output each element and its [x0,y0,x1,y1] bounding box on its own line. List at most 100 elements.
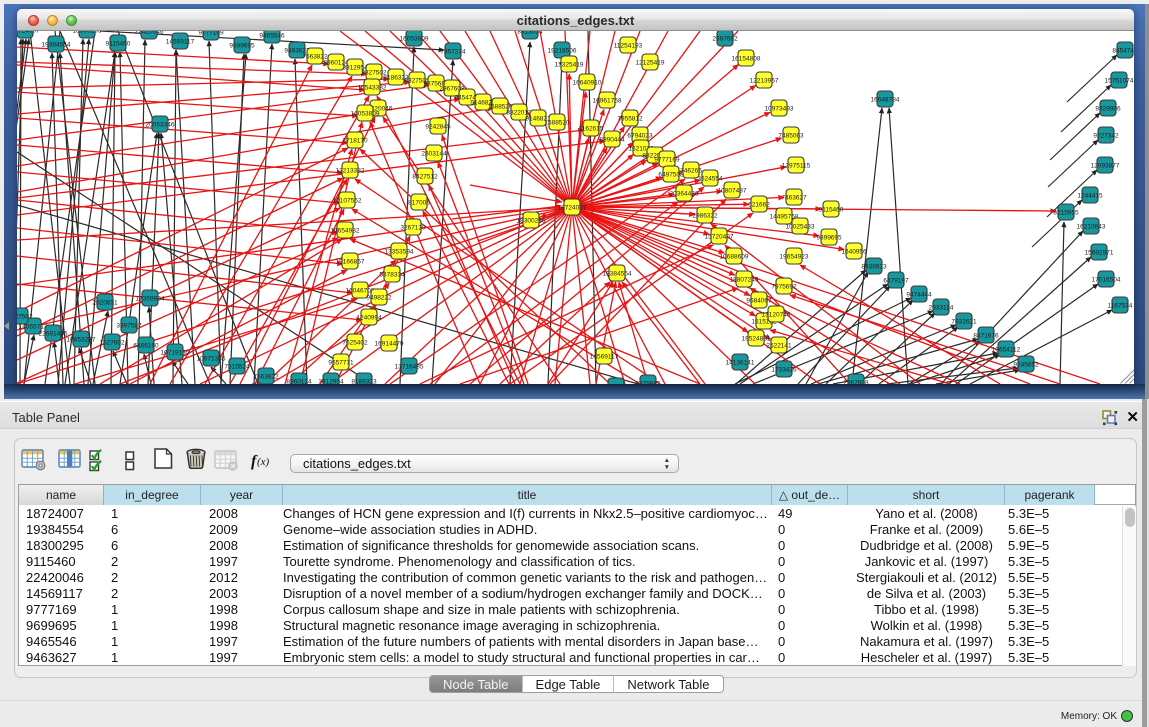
svg-text:16648784: 16648784 [871,97,900,104]
svg-text:1162615: 1162615 [579,126,604,133]
svg-text:9777169: 9777169 [198,31,224,37]
svg-text:2986322: 2986322 [692,213,718,220]
svg-text:9115460: 9115460 [106,41,131,48]
svg-text:10654982: 10654982 [331,228,360,235]
svg-text:2933114: 2933114 [929,305,954,312]
svg-text:9684067: 9684067 [746,298,772,305]
svg-text:9375685: 9375685 [635,381,661,385]
svg-text:7463627: 7463627 [781,195,807,202]
svg-text:9899695: 9899695 [816,235,842,242]
svg-text:1527602: 1527602 [99,340,125,347]
svg-text:15720407: 15720407 [705,234,734,241]
svg-text:9474444: 9474444 [906,292,932,299]
svg-text:9327502: 9327502 [17,314,33,321]
svg-text:16961758: 16961758 [593,98,622,105]
svg-text:6479197: 6479197 [883,278,909,285]
svg-text:8813054: 8813054 [517,31,543,36]
svg-text:9465546: 9465546 [259,33,285,40]
svg-text:9245652: 9245652 [1013,362,1039,369]
svg-text:1733426: 1733426 [771,367,797,374]
svg-text:9242845: 9242845 [425,124,451,131]
svg-text:16640910: 16640910 [573,80,602,87]
svg-text:15692971: 15692971 [1085,250,1114,257]
svg-text:18300295: 18300295 [73,31,102,35]
svg-text:8427512: 8427512 [412,174,438,181]
svg-text:8186323: 8186323 [351,379,377,385]
svg-text:3912954: 3912954 [318,379,344,385]
svg-text:10654112: 10654112 [992,347,1021,354]
svg-text:18300295: 18300295 [517,218,546,225]
svg-text:16053809: 16053809 [400,36,429,43]
svg-text:19384554: 19384554 [603,271,632,278]
svg-text:746266: 746266 [680,168,702,175]
svg-text:19166857: 19166857 [336,259,365,266]
svg-text:1167534: 1167534 [1108,303,1133,310]
svg-text:7515524: 7515524 [224,364,250,371]
svg-text:3267130: 3267130 [400,225,426,232]
svg-text:7663822: 7663822 [253,374,279,381]
svg-text:16154808: 16154808 [732,56,761,63]
svg-text:9329906: 9329906 [1095,106,1121,113]
svg-text:16914479: 16914479 [375,341,404,348]
svg-text:10973493: 10973493 [765,106,794,113]
svg-text:10025433: 10025433 [786,224,815,231]
svg-text:8938923: 8938923 [861,264,887,271]
svg-text:19384554: 19384554 [42,42,71,49]
svg-text:12213382: 12213382 [336,168,365,175]
svg-text:13325419: 13325419 [555,62,584,69]
svg-text:8215955: 8215955 [1053,210,1079,217]
svg-text:15751074: 15751074 [1105,78,1134,85]
svg-text:13716485: 13716485 [395,364,424,371]
svg-text:7032621: 7032621 [951,319,977,326]
svg-text:16046708: 16046708 [346,288,375,295]
svg-text:7485063: 7485063 [778,133,804,140]
svg-text:7857274: 7857274 [440,49,466,56]
svg-text:12975115: 12975115 [782,163,811,170]
svg-text:10719135: 10719135 [161,350,190,357]
svg-text:(x): (x) [257,456,270,468]
svg-text:19524851: 19524851 [742,336,771,343]
svg-text:1588520: 1588520 [544,120,570,127]
svg-text:14569117: 14569117 [166,39,195,46]
svg-text:9657771: 9657771 [328,360,354,367]
svg-text:7955812: 7955812 [617,116,643,123]
svg-text:16053809: 16053809 [351,111,380,118]
svg-text:10688609: 10688609 [720,254,749,261]
svg-text:22691406: 22691406 [39,331,68,338]
svg-text:8471676: 8471676 [973,333,999,340]
svg-text:12213967: 12213967 [750,78,779,85]
svg-text:8990444: 8990444 [599,137,625,144]
svg-text:18807249: 18807249 [730,277,759,284]
svg-text:2687682: 2687682 [712,36,738,43]
svg-text:8454749: 8454749 [1112,48,1134,55]
svg-text:14569117: 14569117 [590,354,619,361]
svg-text:11254193: 11254193 [614,43,643,50]
svg-text:2522141: 2522141 [766,343,792,350]
svg-text:7975692: 7975692 [771,284,797,291]
svg-text:1240994: 1240994 [356,315,382,322]
svg-text:9699695: 9699695 [229,43,255,50]
svg-text:10807487: 10807487 [718,188,747,195]
svg-text:6794023: 6794023 [627,133,653,140]
svg-text:9227342: 9227342 [1093,133,1119,140]
svg-text:9115460: 9115460 [819,207,844,214]
svg-text:621662: 621662 [748,202,770,209]
svg-text:2803144: 2803144 [421,151,447,158]
svg-text:9327505: 9327505 [603,384,629,385]
svg-text:817006: 817006 [408,200,430,207]
svg-text:6466160: 6466160 [133,343,159,350]
svg-text:2967608: 2967608 [843,380,869,385]
svg-text:19654923: 19654923 [780,254,809,261]
svg-text:16210643: 16210643 [1077,224,1106,231]
svg-text:2718170: 2718170 [342,138,368,145]
svg-text:2020651: 2020651 [92,300,118,307]
svg-text:9777169: 9777169 [654,157,680,164]
svg-text:10671385: 10671385 [197,356,226,363]
svg-text:1640956: 1640956 [841,249,867,256]
svg-text:13120746: 13120746 [762,312,791,319]
svg-text:5878334: 5878334 [379,272,405,279]
svg-text:18724007: 18724007 [558,205,587,212]
svg-text:3624554: 3624554 [697,176,723,183]
svg-text:12125419: 12125419 [636,60,665,67]
svg-text:9498222: 9498222 [366,295,392,302]
